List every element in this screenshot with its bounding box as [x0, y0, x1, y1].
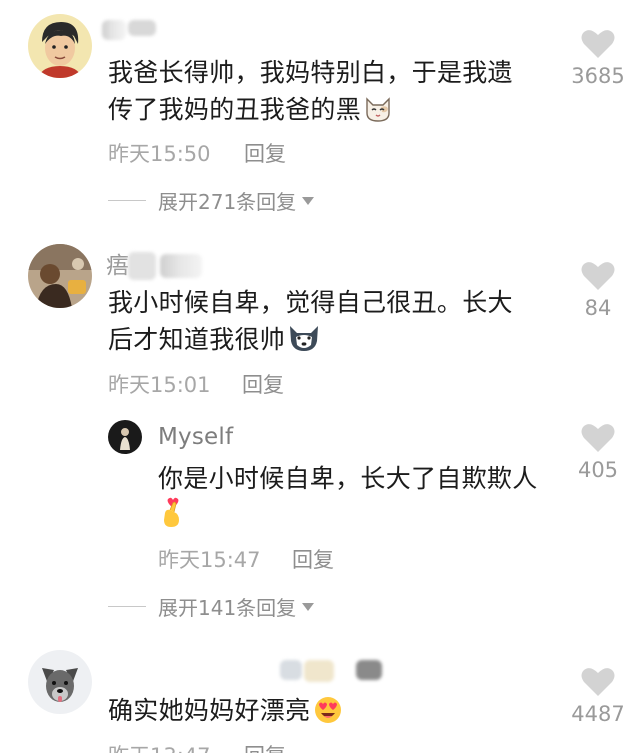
- username-redacted: [280, 660, 302, 680]
- avatar[interactable]: [28, 244, 92, 308]
- like-count: 3685: [571, 64, 625, 88]
- reply-button[interactable]: 回复: [244, 740, 286, 753]
- heart-eyes-emoji-icon: [312, 694, 344, 734]
- cat-face-emoji-icon: [363, 95, 393, 133]
- divider: [108, 200, 146, 201]
- avatar[interactable]: [28, 14, 92, 78]
- reply-button[interactable]: 回复: [242, 369, 284, 399]
- username-redacted: [128, 20, 156, 36]
- comment-time: 昨天15:50: [108, 142, 211, 166]
- cartoon-man-avatar-icon: [28, 14, 92, 78]
- comment-text: 确实她妈妈好漂亮: [108, 692, 548, 734]
- dark-photo-avatar-icon: [108, 420, 142, 454]
- divider: [108, 606, 146, 607]
- comment-list: 我爸长得帅，我妈特别白，于是我遗 传了我妈的丑我爸的黑 昨天15:50 回复 3…: [0, 0, 640, 753]
- dog-avatar-icon: [28, 650, 92, 714]
- photo-avatar-icon: [28, 244, 92, 308]
- finger-heart-emoji-icon: [158, 497, 186, 539]
- comment-time: 昨天13:47: [108, 740, 211, 753]
- reply-button[interactable]: 回复: [292, 544, 334, 574]
- like-count: 4487: [571, 702, 625, 726]
- chevron-down-icon: [302, 602, 315, 611]
- username[interactable]: 痦: [106, 246, 129, 280]
- heart-icon: [581, 668, 615, 696]
- avatar[interactable]: [108, 420, 142, 454]
- username-redacted: [304, 660, 334, 682]
- expand-replies-button[interactable]: 展开271条回复: [108, 186, 315, 215]
- like-button[interactable]: [580, 28, 616, 64]
- reply-username[interactable]: Myself: [158, 424, 233, 450]
- comment-text: 我爸长得帅，我妈特别白，于是我遗 传了我妈的丑我爸的黑: [108, 54, 548, 133]
- username-redacted: [128, 252, 156, 280]
- username-redacted: [102, 20, 126, 40]
- heart-icon: [581, 424, 615, 452]
- expand-replies-button[interactable]: 展开141条回复: [108, 592, 315, 621]
- like-button[interactable]: [580, 260, 616, 296]
- reply-button[interactable]: 回复: [244, 138, 286, 168]
- reply-text: 你是小时候自卑，长大了自欺欺人: [158, 460, 558, 539]
- heart-icon: [581, 30, 615, 58]
- expand-replies-label: 展开271条回复: [158, 190, 297, 214]
- username-redacted: [160, 254, 202, 278]
- username-redacted: [356, 660, 382, 680]
- like-button[interactable]: [580, 422, 616, 458]
- heart-icon: [581, 262, 615, 290]
- reply-time: 昨天15:47: [158, 548, 261, 572]
- comment-text: 我小时候自卑，觉得自己很丑。长大 后才知道我很帅: [108, 284, 548, 363]
- expand-replies-label: 展开141条回复: [158, 596, 297, 620]
- like-count: 405: [577, 458, 619, 482]
- avatar[interactable]: [28, 650, 92, 714]
- husky-dog-emoji-icon: [287, 323, 321, 363]
- like-button[interactable]: [580, 666, 616, 702]
- like-count: 84: [584, 296, 612, 320]
- chevron-down-icon: [302, 196, 315, 205]
- comment-time: 昨天15:01: [108, 373, 211, 397]
